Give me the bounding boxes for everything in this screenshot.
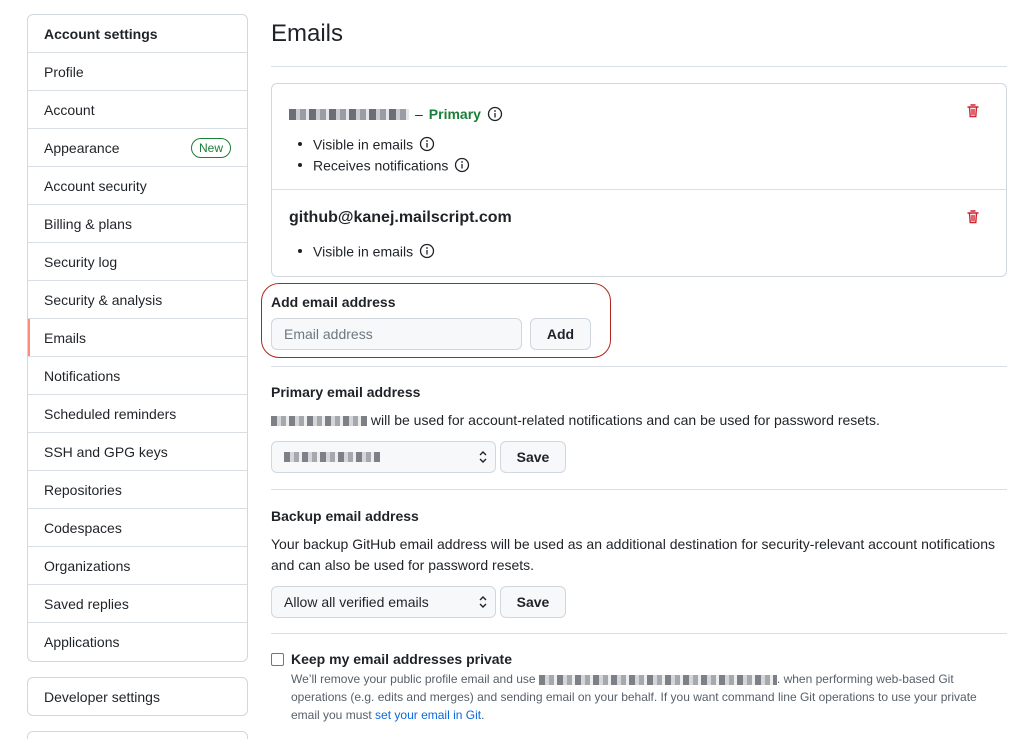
- sidebar-item-emails[interactable]: Emails: [28, 319, 247, 357]
- sidebar-header: Account settings: [28, 15, 247, 53]
- redacted-email: [271, 416, 367, 427]
- sidebar-item-label: Codespaces: [44, 519, 122, 536]
- primary-email-save-button[interactable]: Save: [500, 441, 566, 473]
- list-item: Receives notifications: [313, 156, 470, 177]
- divider: [271, 633, 1007, 634]
- primary-email-description-row: will be used for account-related notific…: [271, 410, 1007, 431]
- sidebar-item-label: Account security: [44, 177, 147, 194]
- set-email-in-git-link[interactable]: set your email in Git: [375, 708, 481, 722]
- email-address-input[interactable]: [271, 318, 522, 350]
- trash-icon[interactable]: [965, 103, 981, 119]
- keep-private-label[interactable]: Keep my email addresses private: [291, 651, 512, 667]
- add-email-label: Add email address: [271, 294, 396, 310]
- email-list-item-primary: – Primary Visible in emails Receives not…: [272, 84, 1006, 190]
- keep-private-checkbox[interactable]: [271, 653, 284, 666]
- sidebar-item-scheduled-reminders[interactable]: Scheduled reminders: [28, 395, 247, 433]
- sidebar-item-organizations[interactable]: Organizations: [28, 547, 247, 585]
- email-properties-list: Visible in emails Receives notifications: [313, 135, 470, 177]
- sidebar-item-label: Organizations: [44, 557, 131, 574]
- info-icon[interactable]: [419, 243, 435, 259]
- sidebar-item-notifications[interactable]: Notifications: [28, 357, 247, 395]
- sidebar-item-label: Profile: [44, 63, 84, 80]
- sidebar-item-label: Security & analysis: [44, 291, 163, 308]
- primary-email-description: will be used for account-related notific…: [370, 412, 880, 428]
- sidebar-item-codespaces[interactable]: Codespaces: [28, 509, 247, 547]
- email-properties-list: Visible in emails: [313, 242, 435, 263]
- sidebar-item-ssh-gpg-keys[interactable]: SSH and GPG keys: [28, 433, 247, 471]
- sidebar-item-label: Security log: [44, 253, 118, 270]
- backup-email-description: Your backup GitHub email address will be…: [271, 536, 996, 573]
- sidebar-item-profile[interactable]: Profile: [28, 53, 247, 91]
- list-item: Visible in emails: [313, 135, 470, 156]
- select-value: Allow all verified emails: [284, 594, 429, 610]
- select-caret-icon: [479, 596, 487, 608]
- sidebar-item-label: Applications: [44, 634, 120, 650]
- sidebar-item-applications[interactable]: Applications: [28, 623, 247, 661]
- redacted-email: [284, 452, 380, 462]
- sidebar-item-repositories[interactable]: Repositories: [28, 471, 247, 509]
- divider: [271, 366, 1007, 367]
- page-title: Emails: [271, 20, 344, 47]
- sidebar-item-label: Billing & plans: [44, 215, 132, 232]
- email-list-item: github@kanej.mailscript.com Visible in e…: [272, 190, 1006, 276]
- add-email-button[interactable]: Add: [530, 318, 591, 350]
- sidebar-item-label: Notifications: [44, 367, 121, 384]
- sidebar-item-label: Account: [44, 101, 95, 118]
- sidebar-item-security-analysis[interactable]: Security & analysis: [28, 281, 247, 319]
- sidebar-next-section: [27, 731, 248, 739]
- sidebar-item-billing[interactable]: Billing & plans: [28, 205, 247, 243]
- sidebar-item-label: Emails: [44, 329, 87, 346]
- sidebar-item-label: SSH and GPG keys: [44, 443, 168, 460]
- trash-icon[interactable]: [965, 209, 981, 225]
- email-address: github@kanej.mailscript.com: [289, 209, 512, 226]
- backup-email-heading: Backup email address: [271, 508, 419, 524]
- note-text: We’ll remove your public profile email a…: [291, 672, 536, 686]
- primary-label: Primary: [428, 106, 481, 122]
- redacted-noreply-email: [538, 674, 777, 685]
- sidebar-item-label: Saved replies: [44, 595, 129, 612]
- backup-email-save-button[interactable]: Save: [500, 586, 566, 618]
- sidebar-item-developer-settings[interactable]: Developer settings: [27, 677, 248, 716]
- sidebar-item-saved-replies[interactable]: Saved replies: [28, 585, 247, 623]
- settings-sidebar: Account settings Profile Account Appeara…: [27, 14, 248, 662]
- keep-private-note: We’ll remove your public profile email a…: [291, 670, 991, 724]
- select-caret-icon: [479, 451, 487, 463]
- info-icon[interactable]: [487, 106, 503, 122]
- new-badge: New: [190, 137, 231, 158]
- separator-dash: –: [415, 106, 423, 122]
- divider: [271, 66, 1007, 67]
- divider: [271, 489, 1007, 490]
- list-item: Visible in emails: [313, 242, 435, 263]
- sidebar-item-security-log[interactable]: Security log: [28, 243, 247, 281]
- info-icon[interactable]: [454, 157, 470, 173]
- sidebar-item-appearance[interactable]: Appearance New: [28, 129, 247, 167]
- backup-email-select[interactable]: Allow all verified emails: [271, 586, 496, 618]
- developer-settings-label: Developer settings: [44, 688, 160, 705]
- info-icon[interactable]: [419, 136, 435, 152]
- sidebar-item-label: Repositories: [44, 481, 122, 498]
- sidebar-item-label: Appearance: [44, 139, 120, 156]
- redacted-email: [289, 108, 409, 120]
- note-text: .: [481, 708, 485, 722]
- sidebar-item-account[interactable]: Account: [28, 91, 247, 129]
- primary-email-select[interactable]: [271, 441, 496, 473]
- sidebar-item-label: Scheduled reminders: [44, 405, 177, 422]
- email-list: – Primary Visible in emails Receives not…: [271, 83, 1007, 277]
- sidebar-item-account-security[interactable]: Account security: [28, 167, 247, 205]
- primary-email-heading: Primary email address: [271, 384, 421, 400]
